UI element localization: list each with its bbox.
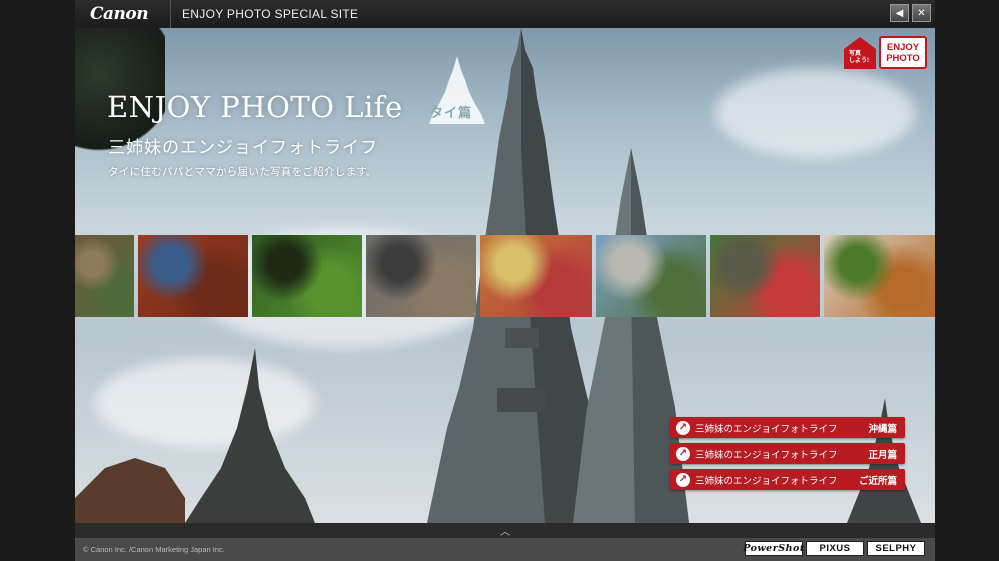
thumbnail-strip	[75, 235, 935, 317]
close-icon[interactable]: ✕	[912, 4, 931, 22]
left-margin	[0, 0, 75, 561]
selphy-logo[interactable]: SELPHY	[867, 541, 925, 556]
hero-description: タイに住むパパとママから届いた写真をご紹介します。	[108, 166, 377, 178]
speaker-icon[interactable]: ◀	[890, 4, 909, 22]
chili-market-thumb[interactable]	[138, 235, 248, 317]
green-vegetables-thumb[interactable]	[252, 235, 362, 317]
link-tag: 正月篇	[868, 449, 897, 461]
chevron-up-icon[interactable]: ︿	[500, 523, 510, 538]
product-logos: PowerShot PIXUS SELPHY	[743, 541, 925, 556]
link-tag: ご近所篇	[858, 475, 897, 487]
arrow-icon: ↗	[676, 420, 690, 435]
app-window: Canon ENJOY PHOTO SPECIAL SITE ◀ ✕ ENJOY…	[0, 0, 999, 561]
window-controls: ◀ ✕	[890, 4, 931, 22]
powershot-logo[interactable]: PowerShot	[743, 541, 804, 556]
hero-image: ENJOY PHOTO Life タイ篇 三姉妹のエンジョイフォトライフ タイに…	[75, 28, 935, 523]
link-label: 三姉妹のエンジョイフォトライフ	[695, 449, 838, 461]
footer: © Canon Inc. /Canon Marketing Japan Inc.…	[75, 538, 935, 561]
fruit-cart-thumb[interactable]	[710, 235, 820, 317]
copyright-text: © Canon Inc. /Canon Marketing Japan Inc.	[83, 545, 225, 554]
thai-food-thumb[interactable]	[824, 235, 935, 317]
hero-subtitle: 三姉妹のエンジョイフォトライフ	[108, 138, 378, 157]
pixus-logo[interactable]: PIXUS	[806, 541, 864, 556]
link-neighborhood[interactable]: ↗ 三姉妹のエンジョイフォトライフ ご近所篇	[670, 469, 905, 490]
arrow-icon: ↗	[676, 446, 690, 461]
link-okinawa[interactable]: ↗ 三姉妹のエンジョイフォトライフ 沖縄篇	[670, 417, 905, 438]
link-new-year[interactable]: ↗ 三姉妹のエンジョイフォトライフ 正月篇	[670, 443, 905, 464]
enjoy-photo-logo[interactable]: 写真 しよう! ENJOY PHOTO	[843, 36, 927, 69]
canon-logo[interactable]: Canon	[90, 4, 170, 24]
logo-small-line-2: しよう!	[849, 58, 869, 64]
site-title: ENJOY PHOTO SPECIAL SITE	[182, 7, 359, 21]
street-market-thumb[interactable]	[366, 235, 476, 317]
collapse-bar[interactable]: ︿	[75, 523, 935, 538]
link-label: 三姉妹のエンジョイフォトライフ	[695, 423, 838, 435]
right-margin	[935, 0, 999, 561]
arrow-icon: ↗	[676, 472, 690, 487]
link-tag: 沖縄篇	[868, 423, 897, 435]
topbar-divider	[170, 0, 171, 28]
colorful-snacks-thumb[interactable]	[480, 235, 592, 317]
market-stall-thumb[interactable]	[75, 235, 134, 317]
top-bar: Canon ENJOY PHOTO SPECIAL SITE ◀ ✕	[75, 0, 935, 28]
logo-small-line-1: 写真	[849, 51, 862, 57]
logo-line-2: PHOTO	[886, 52, 920, 64]
link-label: 三姉妹のエンジョイフォトライフ	[695, 475, 838, 487]
logo-main-text: ENJOY PHOTO	[879, 36, 927, 69]
hero-title: ENJOY PHOTO Life	[107, 90, 403, 124]
city-street-thumb[interactable]	[596, 235, 706, 317]
story-links: ↗ 三姉妹のエンジョイフォトライフ 沖縄篇 ↗ 三姉妹のエンジョイフォトライフ …	[670, 417, 905, 495]
hero-badge-text: タイ篇	[430, 105, 473, 120]
logo-line-1: ENJOY	[886, 41, 920, 53]
logo-small-text: 写真 しよう!	[849, 51, 869, 65]
